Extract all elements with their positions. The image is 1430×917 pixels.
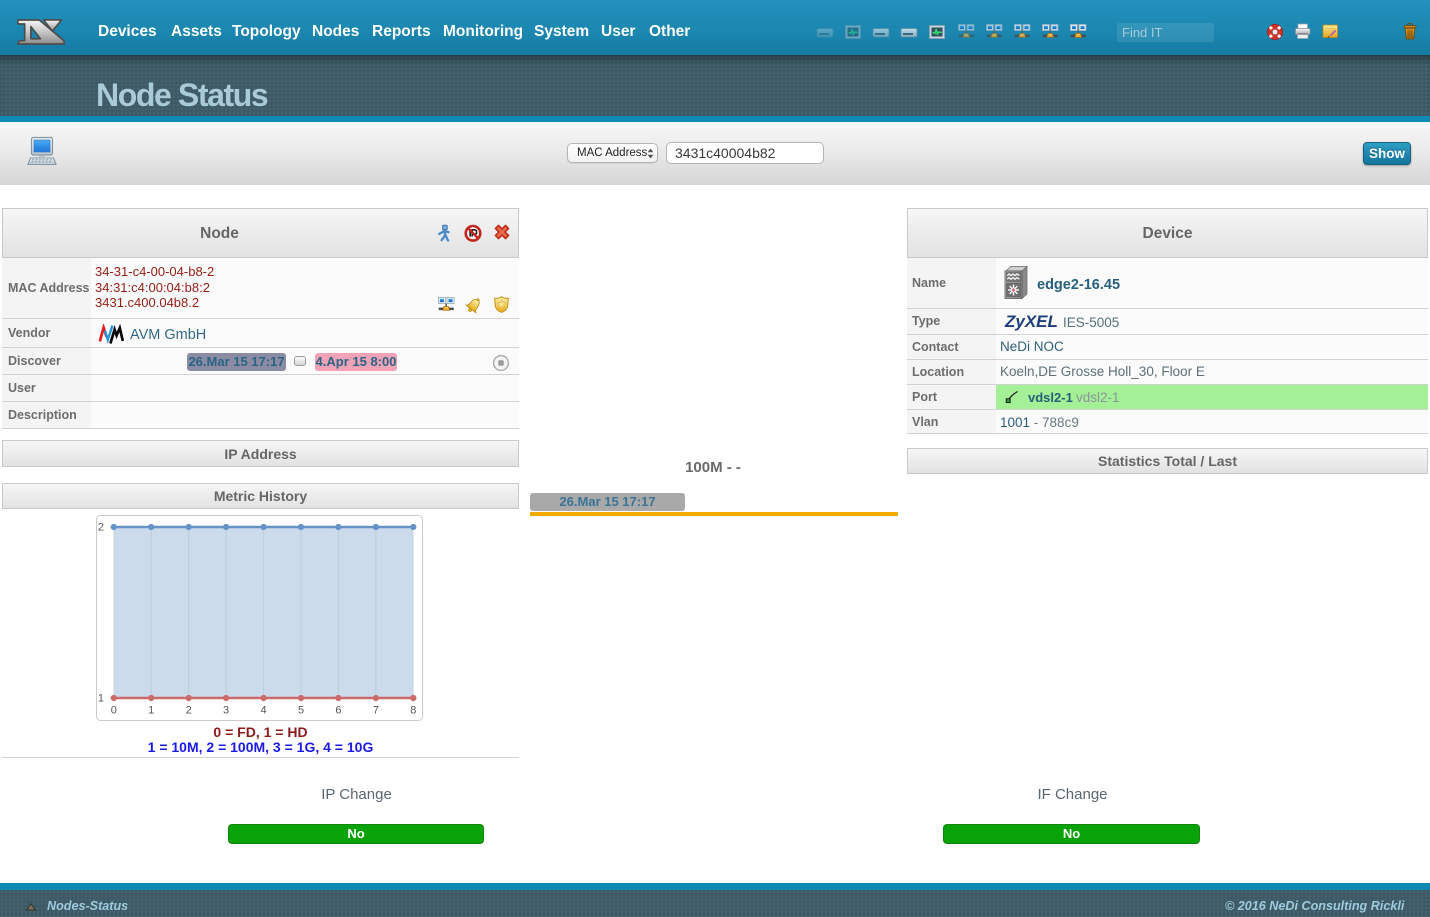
svg-text:4: 4 <box>261 705 267 717</box>
svg-text:8: 8 <box>410 705 416 717</box>
svg-text:6: 6 <box>335 705 341 717</box>
svg-text:1: 1 <box>148 705 154 717</box>
svg-text:7: 7 <box>373 705 379 717</box>
svg-text:0: 0 <box>111 705 117 717</box>
svg-text:2: 2 <box>98 522 104 534</box>
svg-text:5: 5 <box>298 705 304 717</box>
svg-text:2: 2 <box>186 705 192 717</box>
svg-text:1: 1 <box>98 693 104 705</box>
svg-text:3: 3 <box>223 705 229 717</box>
